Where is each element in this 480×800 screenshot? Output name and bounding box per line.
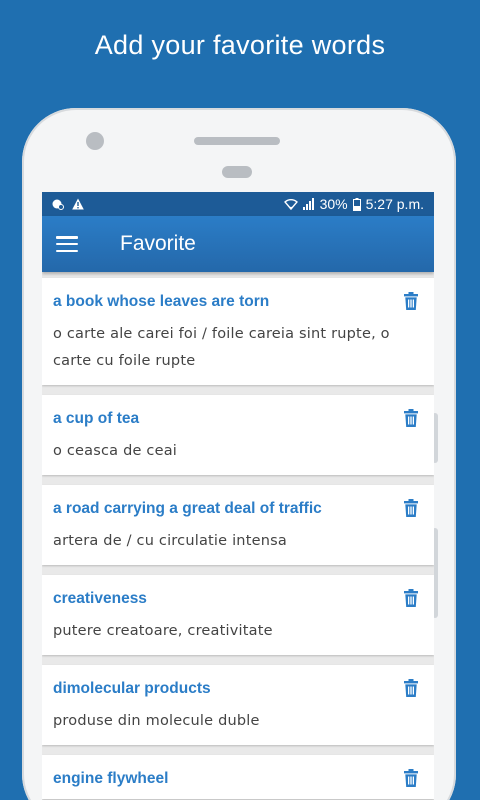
page-title: Favorite [120, 232, 196, 255]
promo-headline: Add your favorite words [94, 30, 386, 60]
trash-icon[interactable] [404, 679, 418, 697]
favorite-term: dimolecular products [53, 680, 211, 697]
favorite-term: a road carrying a great deal of traffic [53, 500, 322, 517]
favorite-card[interactable]: a book whose leaves are torn o carte ale … [42, 278, 434, 385]
battery-percent: 30% [319, 196, 348, 212]
favorite-translation: artera de / cu circulatie intensa [53, 533, 287, 549]
status-bar: 30% 5:27 p.m. [42, 192, 434, 216]
proximity-sensor [222, 166, 252, 178]
favorite-card[interactable]: a cup of tea o ceasca de ceai [42, 395, 434, 475]
favorite-term: creativeness [53, 590, 147, 607]
favorites-list: a book whose leaves are torn o carte ale … [42, 272, 434, 799]
favorite-card[interactable]: a road carrying a great deal of traffic a… [42, 485, 434, 565]
favorite-term: engine flywheel [53, 770, 169, 787]
battery-icon [352, 197, 361, 211]
favorite-card[interactable]: dimolecular products produse din molecule… [42, 665, 434, 745]
favorite-translation: o ceasca de ceai [53, 443, 178, 459]
favorite-translation: produse din molecule duble [53, 713, 260, 729]
favorite-card[interactable]: engine flywheel [42, 755, 434, 799]
signal-icon [302, 198, 314, 210]
wifi-icon [283, 199, 298, 210]
trash-icon[interactable] [404, 292, 418, 310]
camera-icon [86, 132, 104, 150]
favorite-term: a cup of tea [53, 410, 140, 427]
warning-icon [72, 198, 84, 210]
clock: 5:27 p.m. [365, 196, 424, 212]
favorite-translation: o carte ale carei foi / foile careia sin… [53, 326, 390, 369]
device-screen: 30% 5:27 p.m. Favorite a book whose leav… [42, 192, 434, 800]
favorite-card[interactable]: creativeness putere creatoare, creativita… [42, 575, 434, 655]
speaker-grille [194, 137, 280, 145]
trash-icon[interactable] [404, 769, 418, 787]
trash-icon[interactable] [404, 589, 418, 607]
notification-icon [52, 199, 64, 210]
favorite-term: a book whose leaves are torn [53, 293, 270, 310]
trash-icon[interactable] [404, 409, 418, 427]
trash-icon[interactable] [404, 499, 418, 517]
hamburger-icon[interactable] [56, 236, 78, 252]
app-bar: Favorite [42, 216, 434, 272]
favorite-translation: putere creatoare, creativitate [53, 623, 273, 639]
